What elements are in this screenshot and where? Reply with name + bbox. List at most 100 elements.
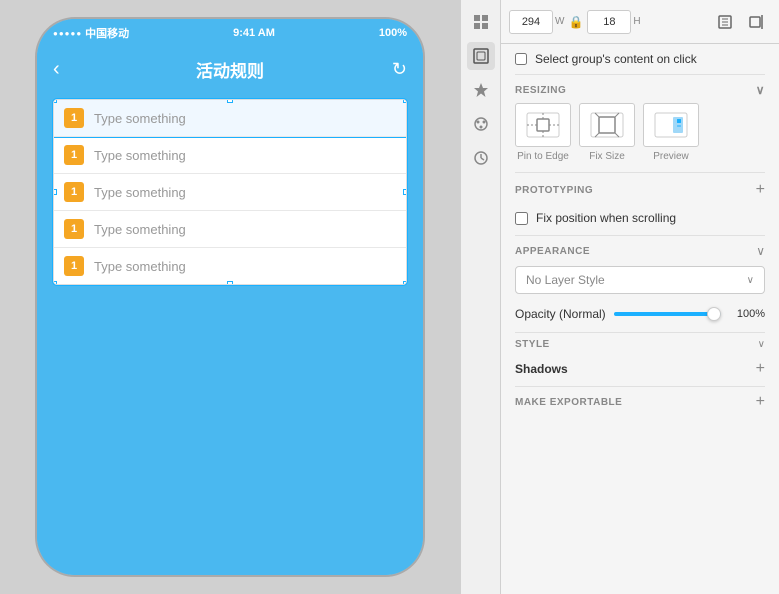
select-group-checkbox[interactable] — [515, 53, 527, 65]
add-prototype-button[interactable]: + — [756, 181, 765, 199]
x-input[interactable] — [509, 10, 553, 34]
status-right: 100% — [379, 27, 407, 39]
left-toolbar — [461, 0, 501, 594]
opacity-slider-wrap — [614, 306, 721, 322]
fix-position-label: Fix position when scrolling — [536, 211, 676, 225]
list-item[interactable]: 1 Type something — [54, 137, 406, 174]
item-text: Type something — [94, 185, 186, 200]
status-left: ●●●●● 中国移动 — [53, 25, 129, 41]
fix-size-label: Fix Size — [589, 151, 625, 162]
shadows-label: Shadows — [515, 362, 568, 376]
resizing-toggle[interactable]: ∨ — [756, 83, 765, 97]
status-bar: ●●●●● 中国移动 9:41 AM 100% — [37, 19, 423, 47]
canvas-icon[interactable] — [467, 42, 495, 70]
resizing-grid: Pin to Edge — [501, 103, 779, 172]
item-text: Type something — [94, 148, 186, 163]
list-container[interactable]: 1 Type something 1 Type something 1 Type… — [53, 99, 407, 285]
fix-size-option[interactable]: Fix Size — [579, 103, 635, 162]
carrier-label: 中国移动 — [85, 25, 129, 41]
fix-position-checkbox[interactable] — [515, 212, 528, 225]
handle-top-right[interactable] — [403, 99, 407, 103]
align-left-button[interactable] — [711, 10, 739, 34]
layout-icon[interactable] — [467, 8, 495, 36]
style-label: STYLE — [515, 339, 550, 350]
preview-label: Preview — [653, 151, 689, 162]
content-area: 1 Type something 1 Type something 1 Type… — [37, 91, 423, 575]
item-badge: 1 — [64, 256, 84, 276]
style-chevron-icon[interactable]: ∨ — [758, 339, 765, 350]
align-right-button[interactable] — [743, 10, 771, 34]
list-item[interactable]: 1 Type something — [54, 174, 406, 211]
right-panel: W 🔒 H — [460, 0, 779, 594]
prototyping-label: PROTOTYPING — [515, 185, 593, 196]
export-section: MAKE EXPORTABLE + — [501, 387, 779, 417]
select-group-row: Select group's content on click — [501, 44, 779, 74]
h-label: H — [633, 16, 640, 27]
toolbar-row: W 🔒 H — [501, 0, 779, 44]
fix-scroll-row: Fix position when scrolling — [501, 207, 779, 235]
signal-dots: ●●●●● — [53, 29, 82, 38]
handle-mid-right[interactable] — [403, 189, 407, 195]
resizing-section-header: RESIZING ∨ — [501, 75, 779, 103]
dropdown-arrow-icon: ∨ — [747, 275, 754, 286]
time-display: 9:41 AM — [233, 27, 275, 39]
preview-option[interactable]: Preview — [643, 103, 699, 162]
handle-bottom-right[interactable] — [403, 281, 407, 285]
handle-bottom-center[interactable] — [227, 281, 233, 285]
item-badge: 1 — [64, 108, 84, 128]
back-button[interactable]: ‹ — [53, 58, 60, 81]
opacity-slider[interactable] — [614, 312, 721, 316]
appearance-label: APPEARANCE — [515, 246, 590, 257]
toolbar-icons — [711, 10, 771, 34]
select-group-label: Select group's content on click — [535, 52, 697, 66]
battery-label: 100% — [379, 27, 407, 39]
pin-to-edge-label: Pin to Edge — [517, 151, 569, 162]
item-text: Type something — [94, 259, 186, 274]
phone-content: ●●●●● 中国移动 9:41 AM 100% ‹ 活动规则 ↻ — [37, 19, 423, 575]
opacity-row: Opacity (Normal) 100% — [501, 302, 779, 332]
clock-icon[interactable] — [467, 144, 495, 172]
canvas-area: ●●●●● 中国移动 9:41 AM 100% ‹ 活动规则 ↻ — [0, 0, 460, 594]
style-dropdown[interactable]: No Layer Style ∨ — [515, 266, 765, 294]
y-input[interactable] — [587, 10, 631, 34]
add-export-button[interactable]: + — [756, 393, 765, 411]
handle-mid-left[interactable] — [53, 189, 57, 195]
style-dropdown-text: No Layer Style — [526, 273, 605, 287]
coord-group: W 🔒 H — [509, 10, 707, 34]
preview-box — [643, 103, 699, 147]
fix-size-box — [579, 103, 635, 147]
handle-top-left[interactable] — [53, 99, 57, 103]
add-shadow-button[interactable]: + — [756, 360, 765, 378]
style-section: STYLE ∨ — [501, 333, 779, 356]
phone-frame: ●●●●● 中国移动 9:41 AM 100% ‹ 活动规则 ↻ — [35, 17, 425, 577]
opacity-value: 100% — [729, 308, 765, 320]
list-item[interactable]: 1 Type something — [54, 248, 406, 284]
nav-action-button[interactable]: ↻ — [392, 59, 407, 80]
nav-bar: ‹ 活动规则 ↻ — [37, 47, 423, 91]
appearance-section: APPEARANCE ∨ — [501, 236, 779, 266]
pin-to-edge-option[interactable]: Pin to Edge — [515, 103, 571, 162]
appearance-toggle[interactable]: ∨ — [756, 244, 765, 258]
opacity-label: Opacity (Normal) — [515, 307, 606, 321]
star-icon[interactable] — [467, 76, 495, 104]
prototyping-section: PROTOTYPING + — [501, 173, 779, 207]
lock-icon: 🔒 — [568, 15, 583, 29]
nav-title: 活动规则 — [196, 57, 264, 82]
pin-to-edge-box — [515, 103, 571, 147]
y-field: H — [587, 10, 640, 34]
list-item[interactable]: 1 Type something — [54, 211, 406, 248]
resizing-label: RESIZING — [515, 85, 566, 96]
w-label: W — [555, 16, 564, 27]
list-item[interactable]: 1 Type something — [54, 100, 406, 137]
palette-icon[interactable] — [467, 110, 495, 138]
handle-top-center[interactable] — [227, 99, 233, 103]
export-label: MAKE EXPORTABLE — [515, 397, 622, 408]
item-text: Type something — [94, 111, 186, 126]
properties-area: Select group's content on click RESIZING… — [501, 44, 779, 594]
item-badge: 1 — [64, 182, 84, 202]
shadows-row: Shadows + — [501, 356, 779, 386]
item-badge: 1 — [64, 219, 84, 239]
item-badge: 1 — [64, 145, 84, 165]
handle-bottom-left[interactable] — [53, 281, 57, 285]
x-field: W — [509, 10, 564, 34]
